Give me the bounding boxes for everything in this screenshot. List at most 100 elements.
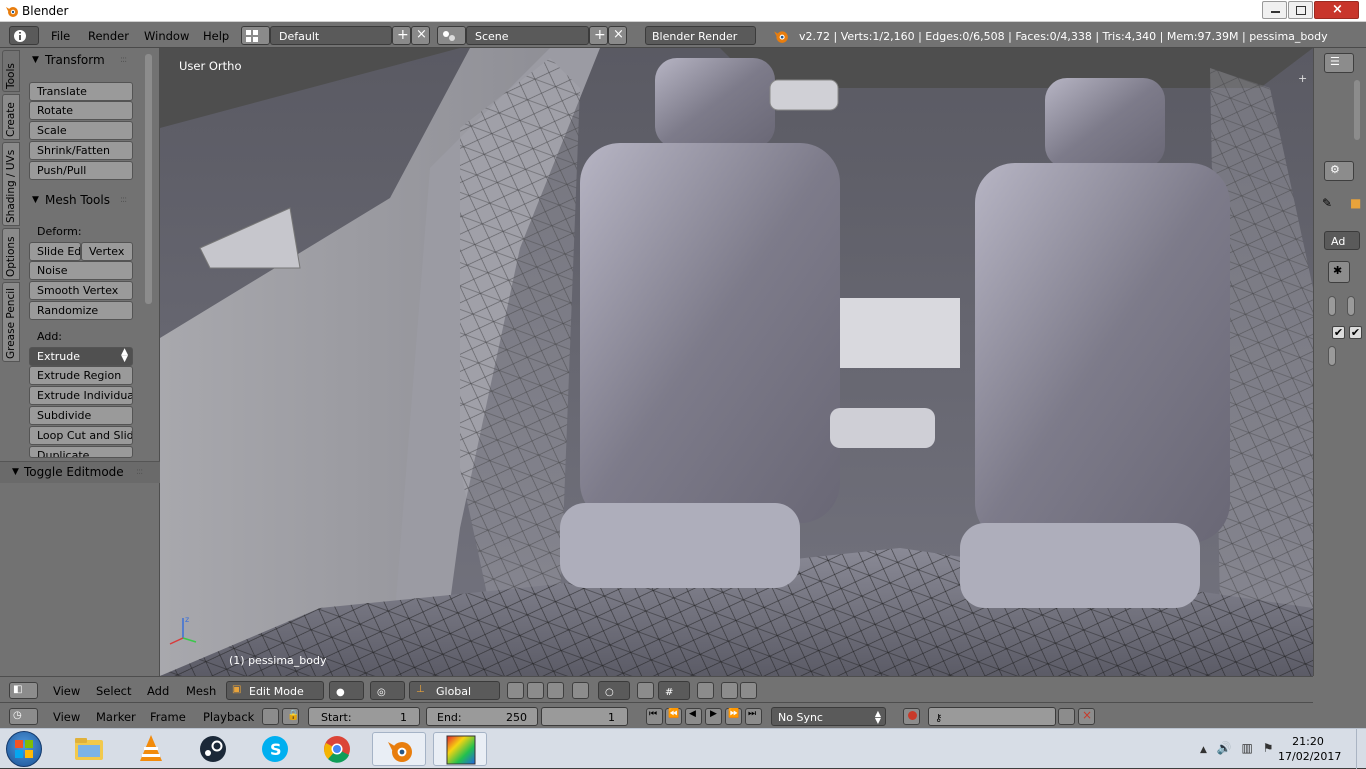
tab-shading-uvs[interactable]: Shading / UVs <box>2 142 20 226</box>
taskbar-clock[interactable]: 21:20 17/02/2017 <box>1278 734 1341 764</box>
minimize-button[interactable] <box>1262 1 1287 19</box>
object-data-icon[interactable]: ■ <box>1350 196 1361 210</box>
3d-viewport[interactable]: z User Ortho (1) pessima_body + <box>160 48 1313 676</box>
loop-cut-slide-button[interactable]: Loop Cut and Slide <box>29 426 133 445</box>
mode-field[interactable]: Ad <box>1324 231 1360 250</box>
add-scene-button[interactable]: + <box>589 26 608 45</box>
maximize-button[interactable] <box>1288 1 1313 19</box>
slide-edge-button[interactable]: Slide Ed <box>29 242 81 261</box>
tab-grease-pencil[interactable]: Grease Pencil <box>2 282 20 362</box>
collapse-arrow-icon[interactable]: ▼ <box>32 195 39 205</box>
properties-display-button[interactable]: ⚙ <box>1324 161 1354 181</box>
tool-shelf-scrollbar[interactable] <box>145 54 152 304</box>
menu-playback[interactable]: Playback <box>203 710 254 724</box>
add-layout-button[interactable]: + <box>392 26 411 45</box>
randomize-button[interactable]: Randomize <box>29 301 133 320</box>
noise-button[interactable]: Noise <box>29 261 133 280</box>
toggle-editmode-panel[interactable]: ▼ Toggle Editmode ::: <box>0 461 160 483</box>
vertex-select-button[interactable] <box>507 682 524 699</box>
shrink-fatten-button[interactable]: Shrink/Fatten <box>29 141 133 160</box>
pin-icon[interactable]: ✎ <box>1322 196 1332 210</box>
volume-icon[interactable]: 🔊 <box>1217 741 1232 755</box>
camera-render-button[interactable] <box>721 682 738 699</box>
screen-layout-type-button[interactable] <box>241 26 270 45</box>
drag-handle-icon[interactable]: ::: <box>120 195 127 205</box>
jump-end-button[interactable]: ⏭ <box>745 708 762 725</box>
property-slot[interactable] <box>1347 296 1355 316</box>
taskbar-vlc[interactable] <box>124 732 178 766</box>
menu-mesh[interactable]: Mesh <box>186 684 216 698</box>
auto-keyframe-button[interactable] <box>903 708 920 725</box>
extrude-select[interactable]: Extrude ▲ ▼ <box>29 347 133 366</box>
taskbar-gallery[interactable] <box>433 732 487 766</box>
scale-button[interactable]: Scale <box>29 121 133 140</box>
animation-render-button[interactable] <box>740 682 757 699</box>
screen-layout-field[interactable]: Default <box>270 26 392 45</box>
tab-create[interactable]: Create <box>2 94 20 140</box>
jump-start-button[interactable]: ⏮ <box>646 708 663 725</box>
duplicate-button[interactable]: Duplicate <box>29 446 133 458</box>
taskbar-chrome[interactable] <box>310 732 364 766</box>
taskbar-blender[interactable] <box>372 732 426 766</box>
menu-view[interactable]: View <box>53 710 80 724</box>
menu-file[interactable]: File <box>51 29 70 43</box>
start-button[interactable] <box>6 731 42 767</box>
smooth-vertex-button[interactable]: Smooth Vertex <box>29 281 133 300</box>
push-pull-button[interactable]: Push/Pull <box>29 161 133 180</box>
limit-selection-button[interactable] <box>572 682 589 699</box>
sync-mode-select[interactable]: No Sync ▲ ▼ <box>771 707 886 726</box>
outliner-scroll[interactable] <box>1354 80 1360 140</box>
show-desktop-button[interactable] <box>1356 729 1366 769</box>
edge-select-button[interactable] <box>527 682 544 699</box>
menu-frame[interactable]: Frame <box>150 710 186 724</box>
property-slot[interactable] <box>1328 346 1336 366</box>
modifier-button[interactable]: ✱ <box>1328 261 1350 283</box>
menu-add[interactable]: Add <box>147 684 169 698</box>
delete-scene-button[interactable]: × <box>608 26 627 45</box>
editor-type-info-button[interactable] <box>9 26 39 45</box>
play-reverse-button[interactable]: ◀ <box>685 708 702 725</box>
expand-properties-icon[interactable]: + <box>1298 72 1307 85</box>
rotate-button[interactable]: Rotate <box>29 101 133 120</box>
property-slot[interactable] <box>1328 296 1336 316</box>
tab-options[interactable]: Options <box>2 228 20 280</box>
extrude-individual-button[interactable]: Extrude Individual <box>29 386 133 405</box>
preview-range-button[interactable] <box>262 708 279 725</box>
face-select-button[interactable] <box>547 682 564 699</box>
editor-type-3dview-button[interactable]: ◧ <box>9 682 38 699</box>
lock-range-button[interactable]: 🔒 <box>282 708 299 725</box>
opengl-render-button[interactable] <box>697 682 714 699</box>
viewport-shading-select[interactable]: ● <box>329 681 364 700</box>
panel-mesh-tools-title[interactable]: Mesh Tools <box>45 193 110 207</box>
close-button[interactable]: × <box>1314 1 1359 19</box>
end-frame-field[interactable]: End: 250 <box>426 707 538 726</box>
menu-view[interactable]: View <box>53 684 80 698</box>
delete-layout-button[interactable]: × <box>411 26 430 45</box>
pivot-point-select[interactable]: ◎ <box>370 681 405 700</box>
play-button[interactable]: ▶ <box>705 708 722 725</box>
menu-render[interactable]: Render <box>88 29 129 43</box>
tray-arrow-icon[interactable]: ▲ <box>1200 745 1207 755</box>
keying-set-field[interactable]: ⚷ <box>928 707 1056 726</box>
drag-handle-icon[interactable]: ::: <box>120 55 127 65</box>
checkbox-checked-icon[interactable]: ✔ <box>1332 326 1345 339</box>
jump-keyframe-forward-button[interactable]: ⏩ <box>725 708 742 725</box>
checkbox-checked-icon[interactable]: ✔ <box>1349 326 1362 339</box>
notification-icon[interactable]: ⚑ <box>1263 741 1274 755</box>
network-icon[interactable]: ▥ <box>1242 741 1253 755</box>
proportional-editing-select[interactable]: ○ <box>598 681 630 700</box>
slide-vertex-button[interactable]: Vertex <box>81 242 133 261</box>
snap-toggle-button[interactable] <box>637 682 654 699</box>
insert-keyframe-button[interactable] <box>1058 708 1075 725</box>
current-frame-field[interactable]: 1 <box>541 707 628 726</box>
delete-keyframe-button[interactable]: × <box>1078 708 1095 725</box>
scene-field[interactable]: Scene <box>466 26 589 45</box>
interaction-mode-select[interactable]: ▣ Edit Mode <box>226 681 324 700</box>
taskbar-steam[interactable] <box>186 732 240 766</box>
render-engine-select[interactable]: Blender Render <box>645 26 756 45</box>
panel-transform-title[interactable]: Transform <box>45 53 105 67</box>
translate-button[interactable]: Translate <box>29 82 133 101</box>
outliner-display-button[interactable]: ☰ <box>1324 53 1354 73</box>
jump-keyframe-back-button[interactable]: ⏪ <box>665 708 682 725</box>
start-frame-field[interactable]: Start: 1 <box>308 707 420 726</box>
